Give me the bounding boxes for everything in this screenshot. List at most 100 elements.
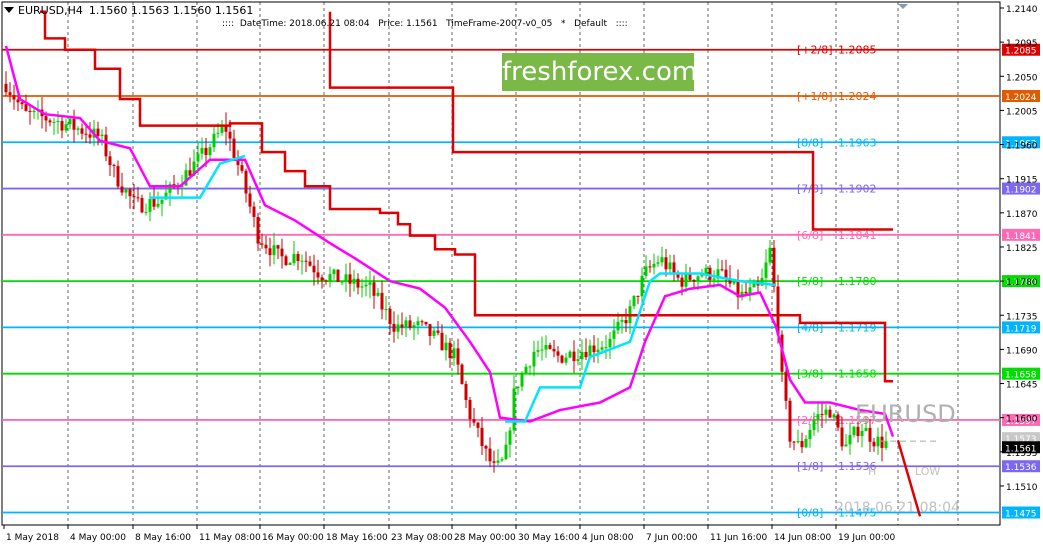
candle-body xyxy=(500,459,504,461)
candle-body xyxy=(576,359,580,362)
candle-body xyxy=(656,262,660,264)
candle-body xyxy=(324,280,328,282)
candle-body xyxy=(316,272,320,278)
chart-menu-arrow-icon[interactable] xyxy=(4,7,14,13)
candle-body xyxy=(472,419,476,423)
candle-body xyxy=(528,366,532,368)
candle-body xyxy=(108,156,112,166)
x-axis-label: 14 Jun 08:00 xyxy=(774,533,831,543)
candle-body xyxy=(296,253,300,262)
candle-body xyxy=(720,269,724,271)
candle-body xyxy=(312,265,316,273)
chart-header: EURUSD,H4 1.1560 1.1563 1.1560 1.1561 xyxy=(2,2,253,18)
murrey-price-tag-text: 1.1658 xyxy=(1005,371,1037,381)
candle-body xyxy=(832,414,836,418)
candle-body xyxy=(276,245,280,249)
candle-body xyxy=(344,274,348,282)
candle-body xyxy=(596,349,600,353)
candle-body xyxy=(376,292,380,296)
candle-body xyxy=(572,351,576,362)
overlay-symbol: EURUSD xyxy=(855,400,956,428)
candle-body xyxy=(420,321,424,323)
x-axis-label: 7 Jun 00:00 xyxy=(646,533,698,543)
candle-body xyxy=(292,253,296,263)
candle-body xyxy=(508,430,512,445)
candle-body xyxy=(884,441,888,448)
symbol-timeframe: EURUSD,H4 xyxy=(18,3,83,17)
x-axis-label: 16 May 00:00 xyxy=(262,533,324,543)
candle-body xyxy=(824,409,828,415)
chart-window[interactable]: [+2/8] 1.2085 1.2085 [+1/8] 1.2024 1.2024 [8/8… xyxy=(0,0,1043,549)
candle-body xyxy=(620,320,624,322)
candle-body xyxy=(788,400,792,442)
candle-body xyxy=(600,347,604,350)
ohlc-values: 1.1560 1.1563 1.1560 1.1561 xyxy=(88,3,254,17)
candle-body xyxy=(748,287,752,294)
candle-body xyxy=(616,321,620,331)
candle-body xyxy=(124,189,128,193)
candle-body xyxy=(120,186,124,193)
info-datetime: DateTime: 2018.06.21 08:04 xyxy=(239,19,370,29)
candle-body xyxy=(864,427,868,432)
candle-body xyxy=(28,110,32,113)
candle-body xyxy=(872,441,876,447)
candle-body xyxy=(48,120,52,123)
murrey-level-label: [+2/8] xyxy=(797,44,833,57)
murrey-level-value: 1.1658 xyxy=(838,368,877,381)
candle-body xyxy=(428,324,432,336)
candle-body xyxy=(544,345,548,350)
x-axis-label: 1 May 2018 xyxy=(6,533,59,543)
candle-body xyxy=(768,247,772,263)
murrey-level-label: [3/8] xyxy=(797,368,823,381)
candle-body xyxy=(388,309,392,324)
candle-body xyxy=(484,446,488,449)
candle-body xyxy=(256,216,260,244)
candle-body xyxy=(828,409,832,418)
murrey-level-label: [7/8] xyxy=(797,183,823,196)
candle-body xyxy=(300,260,304,262)
candle-body xyxy=(204,147,208,156)
candle-body xyxy=(540,349,544,351)
murrey-level-value: 1.1963 xyxy=(838,136,877,149)
candle-body xyxy=(464,383,468,401)
candle-body xyxy=(140,197,144,213)
candle-body xyxy=(304,260,308,262)
y-axis: 1.2140 1.2095 1.2050 1.2005 1.1960 1.1915 1.18… xyxy=(1000,5,1040,493)
candle-body xyxy=(104,134,108,157)
murrey-level-label: [+1/8] xyxy=(797,90,833,103)
candle-body xyxy=(152,198,156,207)
indicator-info-bar: :::: DateTime: 2018.06.21 08:04 Price: 1… xyxy=(222,19,628,29)
x-axis-label: 19 Jun 00:00 xyxy=(838,533,895,543)
candle-body xyxy=(240,165,244,171)
candle-body xyxy=(212,133,216,148)
candle-body xyxy=(160,199,164,204)
candle-body xyxy=(664,257,668,270)
candle-body xyxy=(584,351,588,358)
candle-body xyxy=(608,338,612,348)
candle-body xyxy=(76,128,80,130)
candle-body xyxy=(72,118,76,130)
candle-body xyxy=(8,92,12,96)
candle-body xyxy=(680,277,684,287)
y-axis-label: 1.1735 xyxy=(1006,312,1038,322)
x-axis-label: 23 May 08:00 xyxy=(391,533,453,543)
candle-body xyxy=(336,269,340,283)
candle-body xyxy=(796,441,800,443)
y-axis-label: 1.1645 xyxy=(1006,381,1038,391)
candle-body xyxy=(580,351,584,360)
candle-body xyxy=(840,427,844,447)
candle-body xyxy=(360,286,364,288)
candle-body xyxy=(112,165,116,167)
x-axis-label: 30 May 16:00 xyxy=(518,533,580,543)
candle-body xyxy=(876,436,880,447)
candle-body xyxy=(400,324,404,328)
candle-body xyxy=(604,347,608,349)
candle-body xyxy=(712,278,716,280)
candle-body xyxy=(592,345,596,353)
candle-body xyxy=(220,125,224,133)
candle-body xyxy=(148,198,152,212)
candle-body xyxy=(328,274,332,281)
candle-body xyxy=(536,350,540,352)
candle-body xyxy=(880,436,884,448)
candle-body xyxy=(144,211,148,213)
